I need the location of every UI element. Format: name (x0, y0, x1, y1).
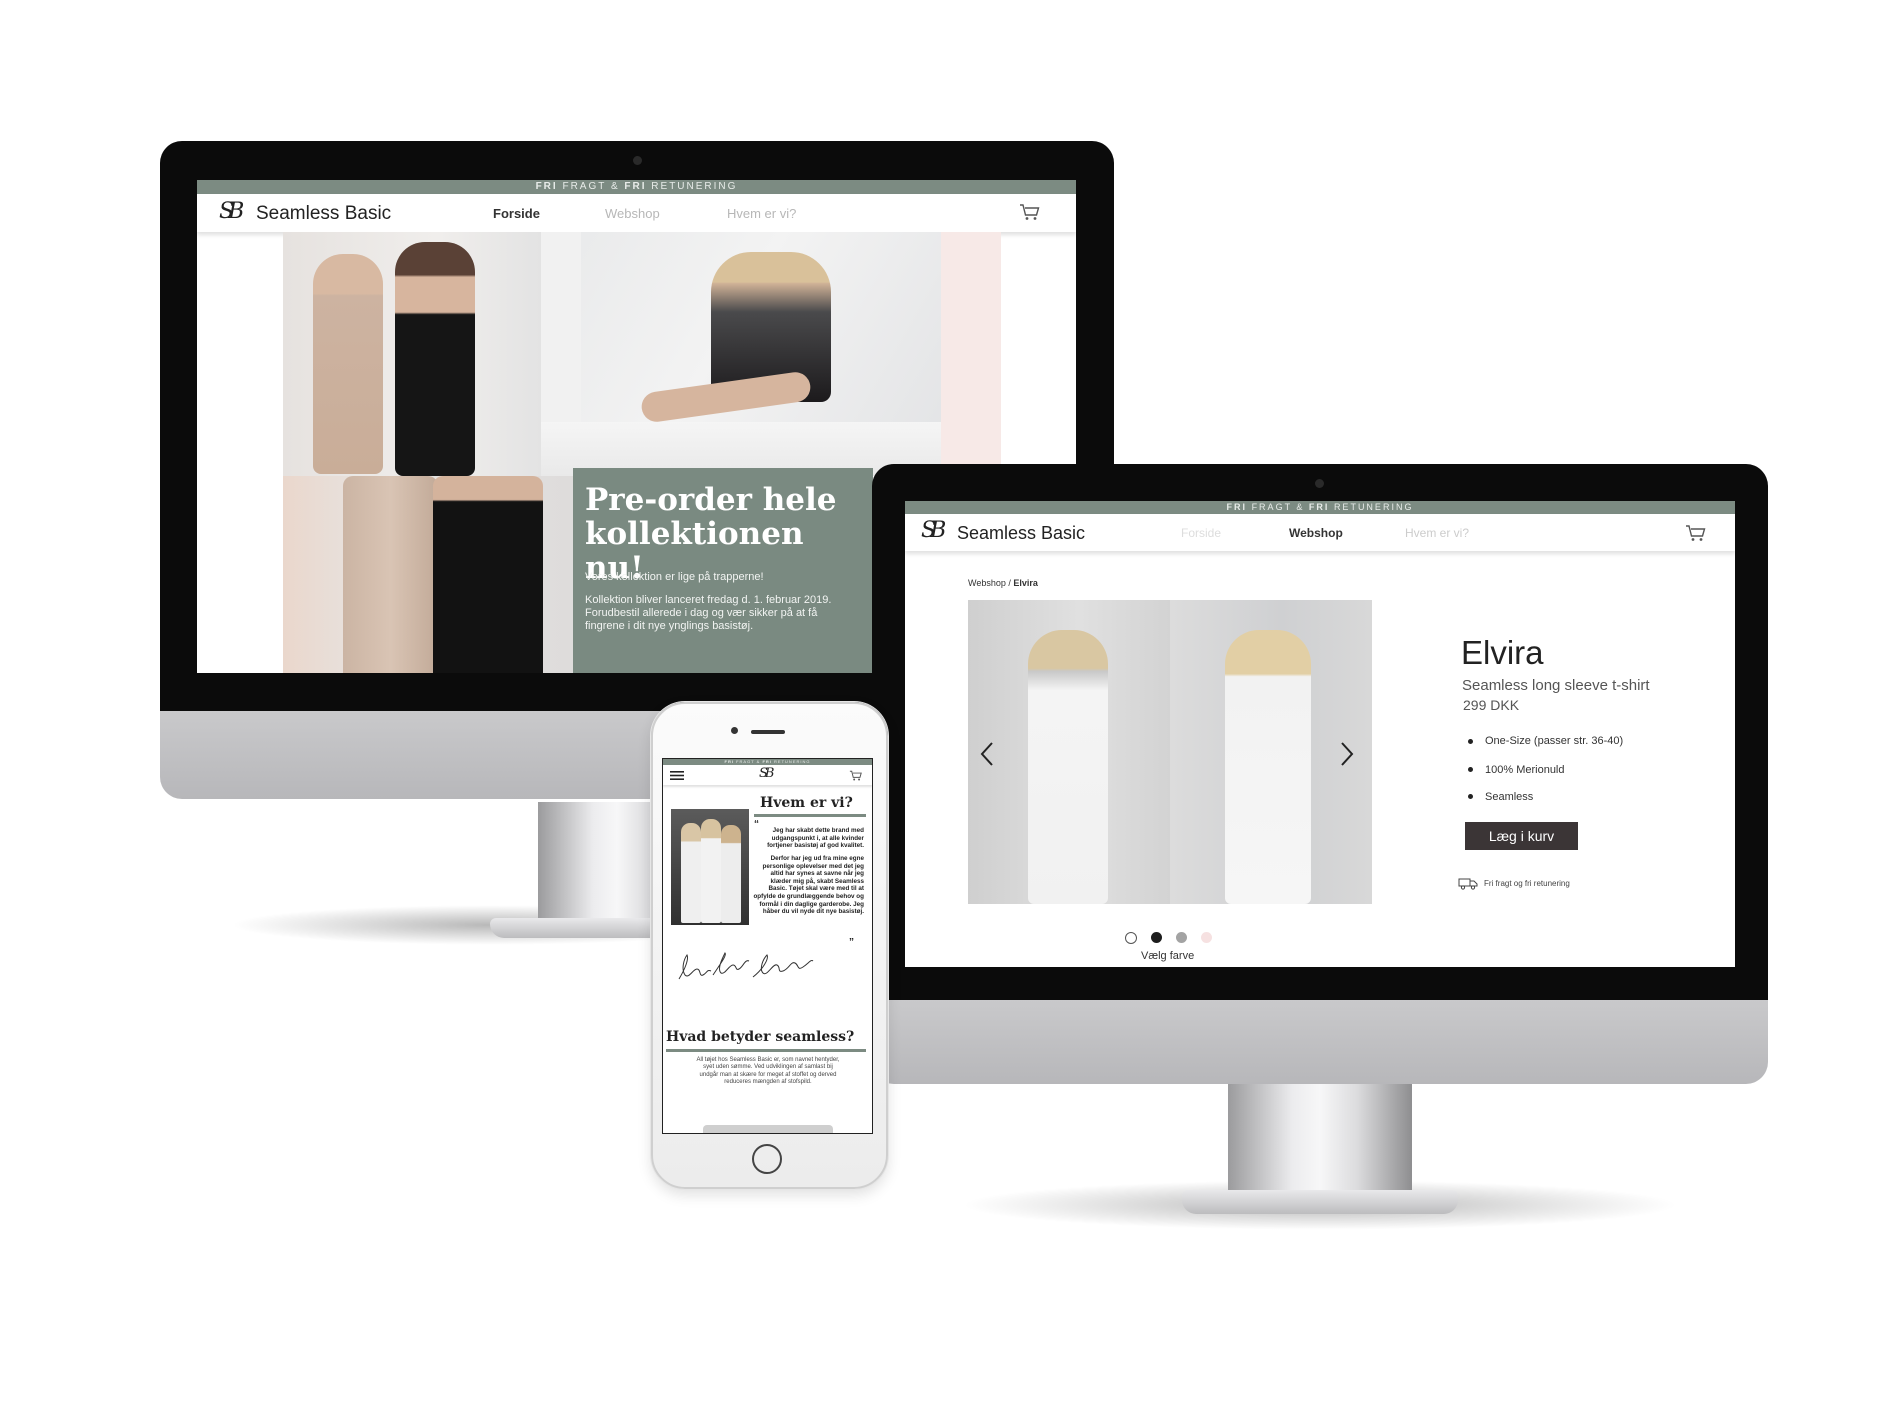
model-figure (1225, 630, 1311, 904)
banner-fragt: FRAGT & (1251, 502, 1305, 512)
chevron-left-icon[interactable] (980, 741, 994, 767)
banner-fri: FRI (762, 759, 772, 764)
swatch-white[interactable] (1125, 932, 1137, 944)
mobile-nav: SB (663, 765, 872, 785)
product-screen: FRI FRAGT & FRI RETUNERING SB Seamless B… (905, 501, 1735, 967)
product-subtitle: Seamless long sleeve t-shirt (1462, 677, 1650, 694)
main-nav: SB Seamless Basic Forside Webshop Hvem e… (197, 194, 1076, 232)
shipping-banner: FRI FRAGT & FRI RETUNERING (905, 501, 1735, 514)
breadcrumb-current: Elvira (1013, 578, 1038, 588)
bullet (1468, 767, 1473, 772)
banner-fragt: FRAGT & (736, 759, 761, 764)
cart-icon[interactable] (1019, 203, 1041, 221)
signature-image (678, 952, 814, 980)
truck-icon (1458, 878, 1478, 890)
feature-material: 100% Merionuld (1485, 764, 1565, 776)
front-camera (731, 727, 738, 734)
model-figure (343, 476, 438, 673)
nav-webshop[interactable]: Webshop (1289, 526, 1343, 540)
home-button[interactable] (752, 1144, 782, 1174)
banner-fri: FRI (724, 759, 734, 764)
seamless-paragraph: All tøjet hos Seamless Basic er, som nav… (696, 1057, 840, 1086)
bullet (1468, 739, 1473, 744)
model-figure (681, 823, 701, 923)
banner-fri: FRI (1226, 502, 1248, 512)
feature-seamless: Seamless (1485, 791, 1534, 803)
banner-fri: FRI (624, 181, 647, 192)
model-figure (433, 476, 543, 673)
founders-photo (671, 809, 749, 925)
bullet (1468, 794, 1473, 799)
divider (754, 814, 866, 817)
swatch-rose[interactable] (1201, 932, 1212, 943)
nav-forside[interactable]: Forside (1181, 526, 1221, 540)
camera-icon (1315, 479, 1324, 488)
mobile-screen: FRI FRAGT & FRI RETUNERING SB Hvem er vi… (662, 758, 873, 1134)
cart-icon[interactable] (849, 770, 863, 781)
color-label: Vælg farve (1141, 950, 1195, 962)
feature-size: One-Size (passer str. 36-40) (1485, 735, 1624, 747)
brand-name[interactable]: Seamless Basic (957, 523, 1085, 544)
main-nav: SB Seamless Basic Forside Webshop Hvem e… (905, 514, 1735, 551)
carousel-peek (703, 1125, 833, 1133)
swatch-grey[interactable] (1176, 932, 1187, 943)
hero-photo-seated (541, 232, 941, 476)
section-title-seamless: Hvad betyder seamless? (666, 1029, 855, 1045)
imac-chin (872, 1000, 1768, 1084)
brand-name[interactable]: Seamless Basic (256, 203, 391, 225)
swatch-black[interactable] (1151, 932, 1162, 943)
section-title-hvem: Hvem er vi? (760, 795, 853, 811)
breadcrumb-webshop[interactable]: Webshop (968, 578, 1006, 588)
logo[interactable]: SB (759, 766, 775, 781)
product-price: 299 DKK (1463, 697, 1520, 713)
hamburger-menu-icon[interactable] (670, 771, 684, 780)
cart-icon[interactable] (1685, 524, 1707, 542)
promo-title: Pre-order hele kollektionen nu! (585, 482, 837, 586)
divider (666, 1049, 866, 1052)
shipping-note: Fri fragt og fri retunering (1484, 879, 1570, 888)
quote-paragraph-2: Derfor har jeg ud fra mine egne personli… (753, 855, 864, 916)
logo[interactable]: SB (921, 518, 946, 543)
model-figure (395, 242, 475, 476)
banner-fragt: FRAGT & (562, 181, 620, 192)
quote-paragraph-1: Jeg har skabt dette brand med udgangspun… (767, 827, 864, 850)
model-figure (701, 819, 721, 923)
nav-hvem-er-vi[interactable]: Hvem er vi? (727, 206, 796, 221)
banner-fri: FRI (535, 181, 558, 192)
pink-panel (941, 232, 1001, 476)
nav-forside[interactable]: Forside (493, 206, 540, 221)
logo[interactable]: SB (219, 199, 244, 224)
banner-retunering: RETUNERING (651, 181, 738, 192)
earpiece (751, 730, 785, 734)
hero-photo-back (283, 476, 573, 673)
camera-icon (633, 156, 642, 165)
model-figure (1028, 630, 1108, 904)
model-figure (721, 825, 741, 923)
nav-hvem-er-vi[interactable]: Hvem er vi? (1405, 526, 1469, 540)
breadcrumb: Webshop / Elvira (968, 578, 1038, 588)
promo-body: Kollektion bliver lanceret fredag d. 1. … (585, 594, 832, 632)
nav-webshop[interactable]: Webshop (605, 206, 660, 221)
shipping-banner: FRI FRAGT & FRI RETUNERING (197, 180, 1076, 194)
add-to-cart-button[interactable]: Læg i kurv (1465, 822, 1578, 850)
hero-photo-duo (283, 232, 541, 476)
model-figure (313, 254, 383, 474)
banner-retunering: RETUNERING (774, 759, 811, 764)
imac-stand-foot (1182, 1190, 1458, 1214)
banner-retunering: RETUNERING (1333, 502, 1414, 512)
chevron-right-icon[interactable] (1340, 741, 1354, 767)
promo-lead: Vores kollektion er lige på trapperne! (585, 571, 764, 583)
banner-fri: FRI (1308, 502, 1330, 512)
product-name: Elvira (1461, 634, 1544, 671)
product-photo-1 (968, 600, 1170, 904)
promo-box: Pre-order hele kollektionen nu! Vores ko… (573, 468, 873, 673)
close-quote-icon: ” (849, 937, 854, 948)
